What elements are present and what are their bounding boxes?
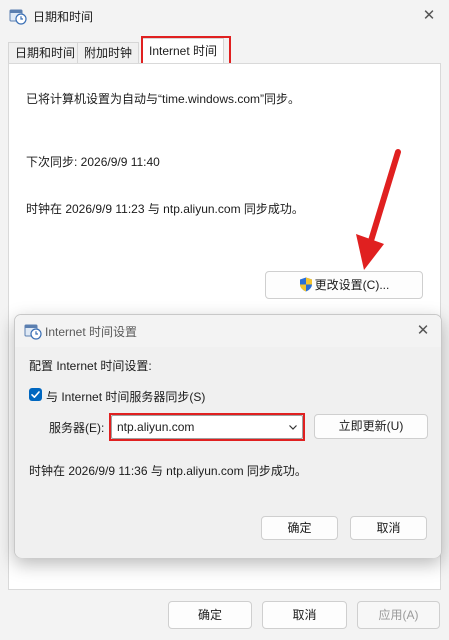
dialog-status-text: 时钟在 2026/9/9 11:36 与 ntp.aliyun.com 同步成功… [29,464,307,478]
change-settings-button[interactable]: 更改设置(C)... [265,271,423,299]
dialog-title-bar: Internet 时间设置 ✕ [15,315,441,347]
server-label: 服务器(E): [49,421,105,435]
title-bar: 日期和时间 ✕ [0,0,449,32]
next-sync-text: 下次同步: 2026/9/9 11:40 [26,155,160,169]
sync-checkbox-label[interactable]: 与 Internet 时间服务器同步(S) [46,388,205,405]
tab-internet-time[interactable]: Internet 时间 [142,38,225,64]
cancel-button[interactable]: 取消 [262,601,347,629]
update-now-button[interactable]: 立即更新(U) [314,414,428,439]
last-sync-text: 时钟在 2026/9/9 11:23 与 ntp.aliyun.com 同步成功… [26,202,304,216]
clock-calendar-icon [9,7,27,25]
dialog-ok-button[interactable]: 确定 [261,516,338,540]
sync-checkbox[interactable] [29,388,42,401]
close-icon[interactable]: ✕ [419,6,439,26]
tab-additional-clocks[interactable]: 附加时钟 [77,42,140,64]
server-select[interactable]: ntp.aliyun.com [111,415,303,439]
window-title: 日期和时间 [33,10,94,24]
dialog-cancel-button[interactable]: 取消 [350,516,427,540]
apply-button: 应用(A) [357,601,440,629]
change-settings-label: 更改设置(C)... [314,278,390,292]
internet-time-settings-dialog: Internet 时间设置 ✕ 配置 Internet 时间设置: 与 Inte… [14,314,442,558]
ok-button[interactable]: 确定 [168,601,252,629]
dialog-title: Internet 时间设置 [45,325,138,339]
tab-date-time[interactable]: 日期和时间 [8,42,83,64]
chevron-down-icon [289,425,297,430]
config-label: 配置 Internet 时间设置: [29,359,152,373]
dialog-close-icon[interactable]: ✕ [413,321,433,341]
uac-shield-icon [299,275,313,292]
clock-calendar-icon [24,322,42,340]
server-select-value: ntp.aliyun.com [117,420,195,434]
sync-target-text: 已将计算机设置为自动与“time.windows.com”同步。 [26,92,301,106]
checkmark-icon [31,391,40,398]
